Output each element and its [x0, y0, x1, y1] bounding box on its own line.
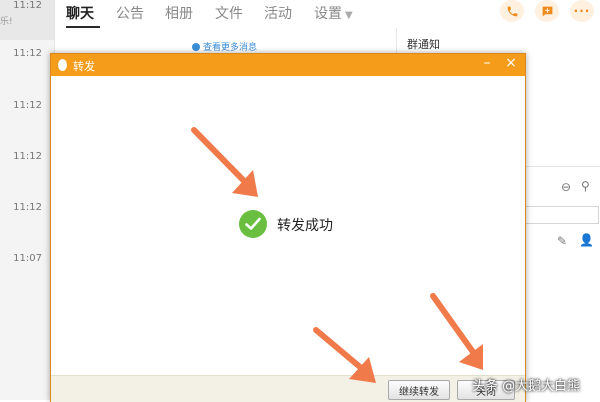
annotation-arrows: [191, 127, 483, 383]
arrow-to-continue-button: [313, 327, 376, 383]
arrow-to-close-button: [430, 293, 483, 370]
arrow-to-success: [191, 127, 258, 197]
watermark: 头条 @大鹅大白熊: [472, 379, 581, 394]
